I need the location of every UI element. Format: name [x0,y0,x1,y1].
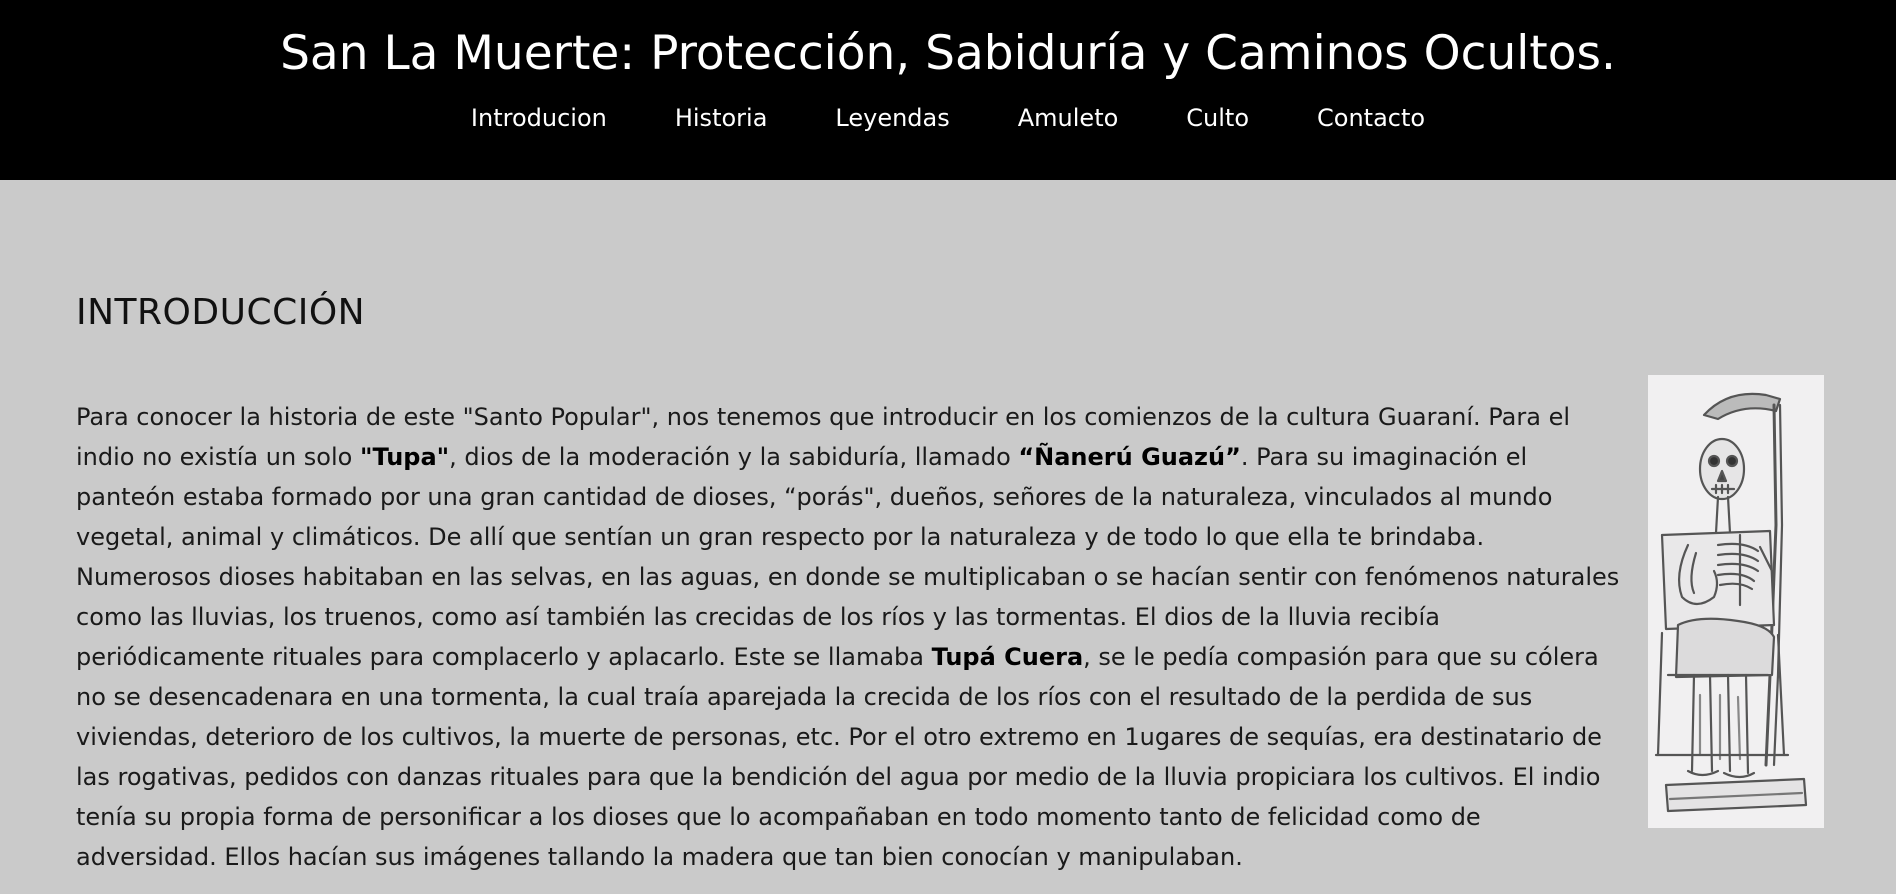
nav-item-introducion[interactable]: Introducion [471,100,607,136]
intro-text-part: , se le pedía compasión para que su cóle… [76,643,1602,871]
nav-item-historia[interactable]: Historia [675,100,768,136]
site-header: San La Muerte: Protección, Sabiduría y C… [0,0,1896,180]
intro-bold-tupa: "Tupa" [359,443,450,471]
main-nav: Introducion Historia Leyendas Amuleto Cu… [0,100,1896,136]
nav-item-culto[interactable]: Culto [1186,100,1249,136]
main-content: INTRODUCCIÓN Para conocer la historia de… [0,180,1896,871]
nav-item-amuleto[interactable]: Amuleto [1018,100,1119,136]
intro-paragraph: Para conocer la historia de este "Santo … [76,397,1626,877]
intro-text-part: , dios de la moderación y la sabiduría, … [449,443,1019,471]
intro-text-part: . Para su imaginación el panteón estaba … [76,443,1620,671]
san-la-muerte-illustration [1648,375,1824,828]
intro-bold-naneru-guazu: “Ñanerú Guazú” [1018,443,1241,471]
nav-item-leyendas[interactable]: Leyendas [835,100,949,136]
site-title: San La Muerte: Protección, Sabiduría y C… [280,26,1616,81]
section-heading: INTRODUCCIÓN [76,292,366,333]
intro-bold-tupa-cuera: Tupá Cuera [931,643,1084,671]
nav-item-contacto[interactable]: Contacto [1317,100,1425,136]
